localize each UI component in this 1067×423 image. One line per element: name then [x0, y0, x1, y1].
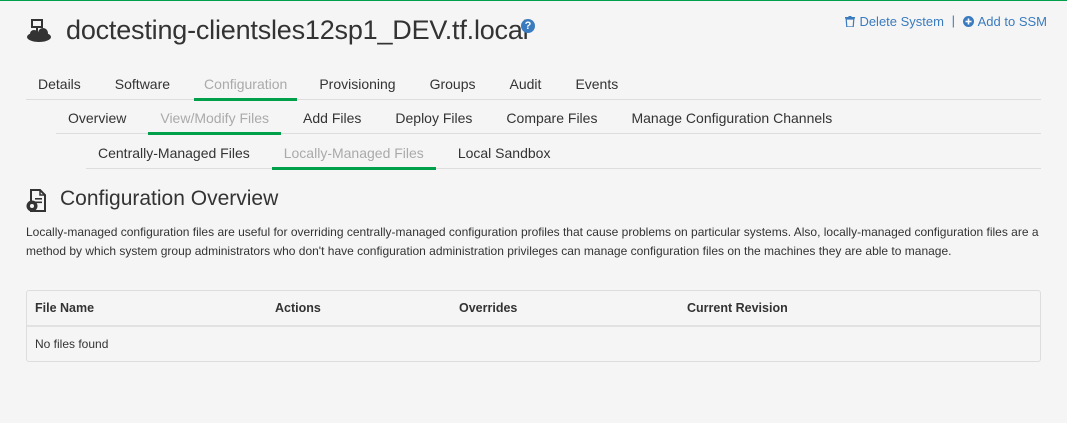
- table-row: No files found: [27, 327, 1040, 361]
- help-icon[interactable]: ?: [521, 19, 535, 33]
- tab-details[interactable]: Details: [38, 71, 81, 99]
- delete-system-label[interactable]: Delete System: [859, 14, 944, 29]
- empty-message: No files found: [35, 337, 109, 351]
- add-to-ssm-label[interactable]: Add to SSM: [978, 14, 1047, 29]
- trash-icon: [845, 15, 856, 27]
- tab-compare-files[interactable]: Compare Files: [506, 105, 597, 133]
- tab-provisioning[interactable]: Provisioning: [319, 71, 395, 99]
- system-actions: Delete System | Add to SSM: [845, 12, 1047, 29]
- action-separator: |: [951, 13, 955, 29]
- tab-audit[interactable]: Audit: [510, 71, 542, 99]
- tab-local-sandbox[interactable]: Local Sandbox: [458, 140, 551, 168]
- column-header-actions: Actions: [275, 301, 321, 315]
- plus-circle-icon: [962, 15, 974, 27]
- main-tabs: Details Software Configuration Provision…: [26, 71, 1041, 101]
- column-header-overrides: Overrides: [459, 301, 518, 315]
- tab-add-files[interactable]: Add Files: [303, 105, 361, 133]
- section-title: Configuration Overview: [60, 187, 279, 210]
- column-header-current-revision: Current Revision: [687, 301, 788, 315]
- tab-configuration[interactable]: Configuration: [194, 71, 298, 101]
- system-name: doctesting-clientsles12sp1_DEV.tf.local: [66, 15, 529, 45]
- table-header: File Name Actions Overrides Current Revi…: [27, 291, 1040, 327]
- tab-locally-managed-files[interactable]: Locally-Managed Files: [271, 140, 436, 170]
- tab-view-modify-files[interactable]: View/Modify Files: [148, 105, 281, 135]
- tab-software[interactable]: Software: [115, 71, 170, 99]
- tab-events[interactable]: Events: [575, 71, 618, 99]
- add-to-ssm-link[interactable]: Add to SSM: [962, 13, 1047, 29]
- files-table: File Name Actions Overrides Current Revi…: [26, 290, 1041, 362]
- tab-groups[interactable]: Groups: [430, 71, 476, 99]
- tab-overview[interactable]: Overview: [68, 105, 126, 133]
- system-cloud-icon: [27, 19, 51, 42]
- tab-manage-configuration-channels[interactable]: Manage Configuration Channels: [631, 105, 832, 133]
- files-subtabs: Centrally-Managed Files Locally-Managed …: [86, 140, 1041, 170]
- config-file-gear-icon: [26, 189, 46, 212]
- tab-deploy-files[interactable]: Deploy Files: [395, 105, 472, 133]
- configuration-subtabs: Overview View/Modify Files Add Files Dep…: [56, 105, 1041, 135]
- section-description: Locally-managed configuration files are …: [26, 225, 1039, 258]
- delete-system-link[interactable]: Delete System: [845, 13, 947, 29]
- tab-centrally-managed-files[interactable]: Centrally-Managed Files: [98, 140, 250, 168]
- column-header-file-name[interactable]: File Name: [35, 291, 94, 325]
